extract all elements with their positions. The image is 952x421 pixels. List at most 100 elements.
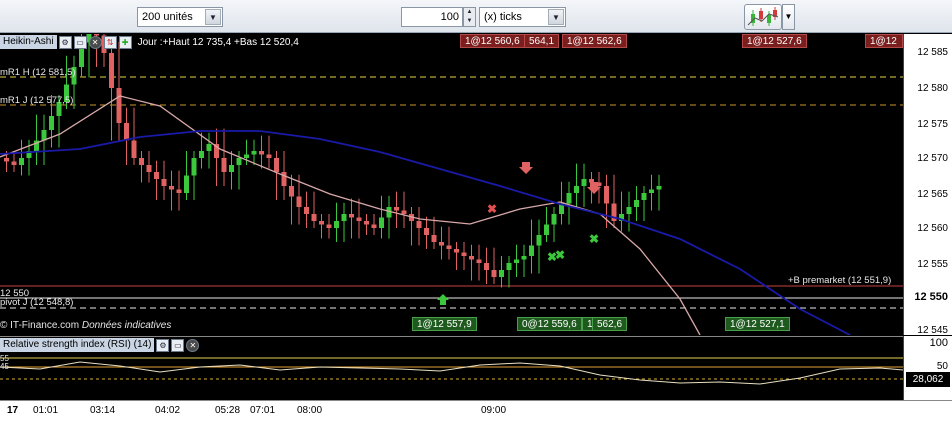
candle-body (431, 235, 437, 242)
candle-body (356, 217, 362, 221)
candle-body (259, 151, 264, 155)
candle-body (364, 221, 369, 225)
data-credit: © IT-Finance.com Données indicatives (0, 320, 171, 331)
rsi-chart[interactable]: 55 45 (0, 353, 904, 400)
candle-body (206, 144, 212, 151)
toolbar: 200 unités ▼ 100 ▲ ▼ (x) ticks ▼ ▼ (0, 0, 952, 33)
candle-body (544, 224, 549, 235)
axis-tick-label: 12 580 (917, 83, 948, 94)
order-tag[interactable]: 564,1 (524, 34, 560, 48)
order-tag[interactable]: 1@12 527,6 (742, 34, 807, 48)
candle-body (529, 245, 534, 256)
window-icon[interactable]: ▭ (171, 338, 185, 352)
rsi-axis-100: 100 (929, 337, 948, 349)
rsi-chart-canvas (0, 357, 904, 385)
order-tag[interactable]: 1@12 560,6 (460, 34, 525, 48)
add-icon[interactable]: ✚ (118, 35, 132, 49)
rsi-axis-50: 50 (936, 361, 948, 372)
window-icon[interactable]: ▭ (73, 35, 87, 49)
candle-body (416, 221, 422, 228)
spin-up-icon[interactable]: ▲ (464, 8, 475, 17)
chevron-down-icon[interactable]: ▼ (205, 9, 221, 25)
order-tag[interactable]: 1@12 562,6 (562, 34, 627, 48)
sell-arrow-icon (519, 162, 533, 174)
close-icon[interactable]: ✕ (88, 35, 102, 49)
candle-body (581, 179, 587, 186)
level-label-premarket: +B premarket (12 551,9) (788, 275, 892, 286)
candle-body (439, 242, 444, 246)
candle-body (319, 221, 324, 225)
day-range-text: Jour :+Haut 12 735,4 +Bas 12 520,4 (137, 36, 299, 48)
ticks-select[interactable]: (x) ticks ▼ (479, 7, 566, 27)
candle-body (371, 224, 377, 228)
candle-body (649, 189, 654, 193)
candle-body (394, 207, 399, 211)
wrench-icon[interactable]: ⚙ (156, 338, 170, 352)
series-name[interactable]: Heikin-Ashi (0, 35, 57, 49)
candle-body (131, 140, 137, 158)
candle-body (491, 270, 497, 277)
candle-body (116, 88, 122, 123)
wrench-icon[interactable]: ⚙ (58, 35, 72, 49)
price-chart[interactable]: ✖ ✖ ✖ ✖ (0, 34, 952, 335)
candle-body (514, 259, 519, 263)
axis-tick-label: 12 555 (917, 259, 948, 270)
price-axis[interactable]: 12 585 12 580 12 575 12 570 12 565 12 56… (903, 34, 952, 336)
level-label-r1j: mR1 J (12 577,5) (0, 95, 74, 106)
candle-body (641, 193, 647, 200)
axis-tick-label: 12 550 (914, 291, 948, 303)
candle-body (161, 179, 167, 186)
candle-body (506, 263, 512, 270)
candle-body (341, 214, 347, 221)
spin-down-icon[interactable]: ▼ (464, 17, 475, 26)
order-tag[interactable]: 1@12 (865, 34, 903, 48)
candle-body (461, 252, 467, 256)
chevron-down-icon[interactable]: ▼ (548, 9, 564, 25)
axis-tick-label: 12 575 (917, 119, 948, 130)
candle-body (589, 179, 594, 183)
chevron-down-icon[interactable]: ▼ (782, 4, 795, 30)
quantity-input[interactable]: 100 (401, 7, 463, 27)
axis-tick-label: 12 560 (917, 223, 948, 234)
candle-body (379, 217, 384, 228)
candle-body (656, 186, 662, 190)
candle-body (169, 186, 174, 190)
time-label: 01:01 (33, 405, 59, 416)
candle-body (304, 207, 309, 214)
candle-body (424, 228, 429, 235)
candle-body (349, 214, 354, 218)
candlestick-chart-icon (747, 7, 779, 26)
candle-body (184, 175, 189, 193)
candle-body (11, 161, 17, 165)
candle-body (251, 151, 257, 155)
ticks-select-value: (x) ticks (484, 11, 522, 23)
time-label: 09:00 (481, 405, 507, 416)
candle-body (124, 123, 129, 141)
candle-body (604, 186, 609, 204)
rsi-line (0, 361, 904, 385)
rsi-axis[interactable]: 100 50 28,062 (903, 336, 952, 400)
units-select[interactable]: 200 unités ▼ (137, 7, 223, 27)
candle-body (236, 158, 242, 165)
candle-body (566, 193, 572, 204)
chart-type-button[interactable] (744, 4, 782, 30)
rsi-header: Relative strength index (RSI) (14) ⚙ ▭ ✕ (0, 336, 903, 353)
candle-body (326, 224, 332, 228)
order-tag[interactable]: 1@12 557,9 (412, 317, 477, 331)
candle-body (536, 235, 542, 246)
order-tag[interactable]: 0@12 559,6 (517, 317, 582, 331)
candle-body (266, 154, 272, 158)
price-chart-canvas: ✖✖✖✖ (0, 34, 903, 335)
time-axis[interactable]: 17 01:01 03:14 04:02 05:28 07:01 08:00 0… (0, 400, 952, 421)
rsi-title[interactable]: Relative strength index (RSI) (14) (0, 338, 155, 352)
close-icon[interactable]: ✕ (186, 338, 200, 352)
candle-body (221, 158, 227, 172)
rsi-level-45: 45 (0, 362, 9, 371)
axis-tick-label: 12 545 (917, 325, 948, 336)
order-tag[interactable]: 562,6 (592, 317, 628, 331)
sort-icon[interactable]: ⇅ (103, 35, 117, 49)
order-tag[interactable]: 1@12 527,1 (725, 317, 790, 331)
candle-body (139, 158, 144, 165)
credit-brand: © IT-Finance.com (0, 320, 80, 331)
quantity-stepper[interactable]: ▲ ▼ (463, 7, 476, 27)
